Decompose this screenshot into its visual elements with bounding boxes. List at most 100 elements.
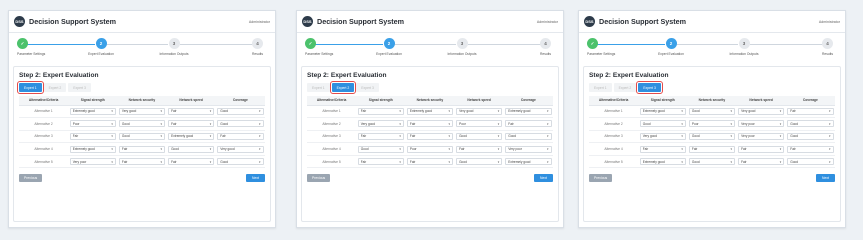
rating-select[interactable]: Fair ▾ <box>787 145 834 153</box>
rating-select[interactable]: Very good ▾ <box>639 132 686 140</box>
tab-expert-1[interactable]: Expert 1 <box>589 83 612 92</box>
table-cell: Fair ▾ <box>638 142 688 156</box>
tab-expert-2[interactable]: Expert 2 <box>329 81 357 94</box>
rating-select[interactable]: Fair ▾ <box>639 145 686 153</box>
rating-select[interactable]: Good ▾ <box>456 158 503 166</box>
rating-select[interactable]: Fair ▾ <box>168 107 215 115</box>
rating-select[interactable]: Fair ▾ <box>118 158 166 166</box>
rating-select[interactable]: Fair ▾ <box>688 145 736 153</box>
rating-select[interactable]: Extremely good ▾ <box>505 107 552 115</box>
rating-select[interactable]: Fair ▾ <box>406 132 454 140</box>
rating-select[interactable]: Fair ▾ <box>69 132 116 140</box>
next-button[interactable]: Next <box>246 174 265 183</box>
rating-select[interactable]: Good ▾ <box>787 120 834 128</box>
rating-select[interactable]: Extremely good ▾ <box>505 158 552 166</box>
rating-select[interactable]: Fair ▾ <box>406 120 454 128</box>
rating-select[interactable]: Very good ▾ <box>118 107 166 115</box>
step-4[interactable]: 4 Results <box>203 38 263 56</box>
rating-select[interactable]: Extremely good ▾ <box>69 107 116 115</box>
rating-select[interactable]: Good ▾ <box>688 132 736 140</box>
tab-expert-1[interactable]: Expert 1 <box>307 83 330 92</box>
rating-select[interactable]: Fair ▾ <box>168 158 215 166</box>
rating-select[interactable]: Good ▾ <box>639 120 686 128</box>
rating-select[interactable]: Fair ▾ <box>357 158 404 166</box>
rating-select[interactable]: Extremely good ▾ <box>406 107 454 115</box>
rating-select[interactable]: Poor ▾ <box>69 120 116 128</box>
tab-expert-1[interactable]: Expert 1 <box>17 81 44 94</box>
tab-expert-3[interactable]: Expert 3 <box>356 83 379 92</box>
step-3[interactable]: 3 Information Outputs <box>714 38 774 56</box>
previous-button[interactable]: Previous <box>589 174 613 183</box>
user-menu[interactable]: Administrator <box>819 20 840 24</box>
rating-select[interactable]: Fair ▾ <box>168 120 215 128</box>
user-menu[interactable]: Administrator <box>537 20 558 24</box>
next-button[interactable]: Next <box>816 174 835 183</box>
chevron-down-icon: ▾ <box>111 159 113 164</box>
rating-select[interactable]: Good ▾ <box>168 145 215 153</box>
rating-select[interactable]: Good ▾ <box>688 158 736 166</box>
rating-select[interactable]: Fair ▾ <box>357 132 404 140</box>
rating-select[interactable]: Poor ▾ <box>688 120 736 128</box>
rating-select[interactable]: Good ▾ <box>787 132 834 140</box>
next-button[interactable]: Next <box>534 174 553 183</box>
rating-select[interactable]: Very good ▾ <box>357 120 404 128</box>
rating-select[interactable]: Good ▾ <box>505 132 552 140</box>
rating-select[interactable]: Fair ▾ <box>787 107 834 115</box>
progress-stepper: ✓ Parameter Settings 2 Expert Evaluation 3 In… <box>297 33 563 63</box>
step-1[interactable]: ✓ Parameter Settings <box>305 38 365 56</box>
rating-select[interactable]: Extremely good ▾ <box>69 145 116 153</box>
rating-select[interactable]: Fair ▾ <box>118 145 166 153</box>
rating-select[interactable]: Poor ▾ <box>406 145 454 153</box>
rating-select[interactable]: Good ▾ <box>357 145 404 153</box>
app-logo: DSS <box>14 16 25 27</box>
rating-select[interactable]: Very poor ▾ <box>738 120 785 128</box>
rating-select[interactable]: Fair ▾ <box>357 107 404 115</box>
rating-select[interactable]: Very good ▾ <box>456 107 503 115</box>
rating-select[interactable]: Very good ▾ <box>738 107 785 115</box>
step-4[interactable]: 4 Results <box>773 38 833 56</box>
rating-select[interactable]: Good ▾ <box>688 107 736 115</box>
select-value: Extremely good <box>409 109 433 114</box>
rating-select[interactable]: Fair ▾ <box>406 158 454 166</box>
rating-select[interactable]: Fair ▾ <box>738 145 785 153</box>
step-3[interactable]: 3 Information Outputs <box>144 38 204 56</box>
step-2[interactable]: 2 Expert Evaluation <box>71 38 131 56</box>
step-2[interactable]: 2 Expert Evaluation <box>641 38 701 56</box>
app-window-3: DSS Decision Support System Administrator ✓… <box>578 10 846 228</box>
tab-expert-2[interactable]: Expert 2 <box>613 83 637 92</box>
step-4[interactable]: 4 Results <box>491 38 551 56</box>
rating-select[interactable]: Good ▾ <box>118 132 166 140</box>
rating-select[interactable]: Fair ▾ <box>217 132 264 140</box>
step-2[interactable]: 2 Expert Evaluation <box>359 38 419 56</box>
rating-select[interactable]: Fair ▾ <box>505 120 552 128</box>
rating-select[interactable]: Good ▾ <box>787 158 834 166</box>
rating-select[interactable]: Very poor ▾ <box>738 132 785 140</box>
rating-select[interactable]: Good ▾ <box>217 158 264 166</box>
tab-expert-3[interactable]: Expert 3 <box>636 81 663 94</box>
rating-select[interactable]: Very poor ▾ <box>505 145 552 153</box>
rating-select[interactable]: Good ▾ <box>217 120 264 128</box>
rating-select[interactable]: Fair ▾ <box>738 158 785 166</box>
rating-select[interactable]: Good ▾ <box>118 120 166 128</box>
rating-select[interactable]: Fair ▾ <box>456 145 503 153</box>
step-1[interactable]: ✓ Parameter Settings <box>587 38 647 56</box>
tab-expert-2[interactable]: Expert 2 <box>43 83 67 92</box>
step-3[interactable]: 3 Information Outputs <box>432 38 492 56</box>
rating-select[interactable]: Extremely good ▾ <box>168 132 215 140</box>
rating-select[interactable]: Very good ▾ <box>217 145 264 153</box>
previous-button[interactable]: Previous <box>307 174 331 183</box>
rating-select[interactable]: Good ▾ <box>456 132 503 140</box>
rating-select[interactable]: Good ▾ <box>217 107 264 115</box>
alternative-label: Alternative 3 <box>307 130 357 144</box>
previous-button[interactable]: Previous <box>19 174 43 183</box>
user-menu[interactable]: Administrator <box>249 20 270 24</box>
chevron-down-icon: ▾ <box>546 109 549 114</box>
rating-select[interactable]: Extremely good ▾ <box>639 107 686 115</box>
chevron-down-icon: ▾ <box>779 147 782 152</box>
tab-expert-3[interactable]: Expert 3 <box>68 83 91 92</box>
rating-select[interactable]: Extremely good ▾ <box>639 158 686 166</box>
table-cell: Very good ▾ <box>736 105 786 119</box>
rating-select[interactable]: Poor ▾ <box>456 120 503 128</box>
rating-select[interactable]: Very poor ▾ <box>69 158 116 166</box>
step-1[interactable]: ✓ Parameter Settings <box>17 38 77 56</box>
